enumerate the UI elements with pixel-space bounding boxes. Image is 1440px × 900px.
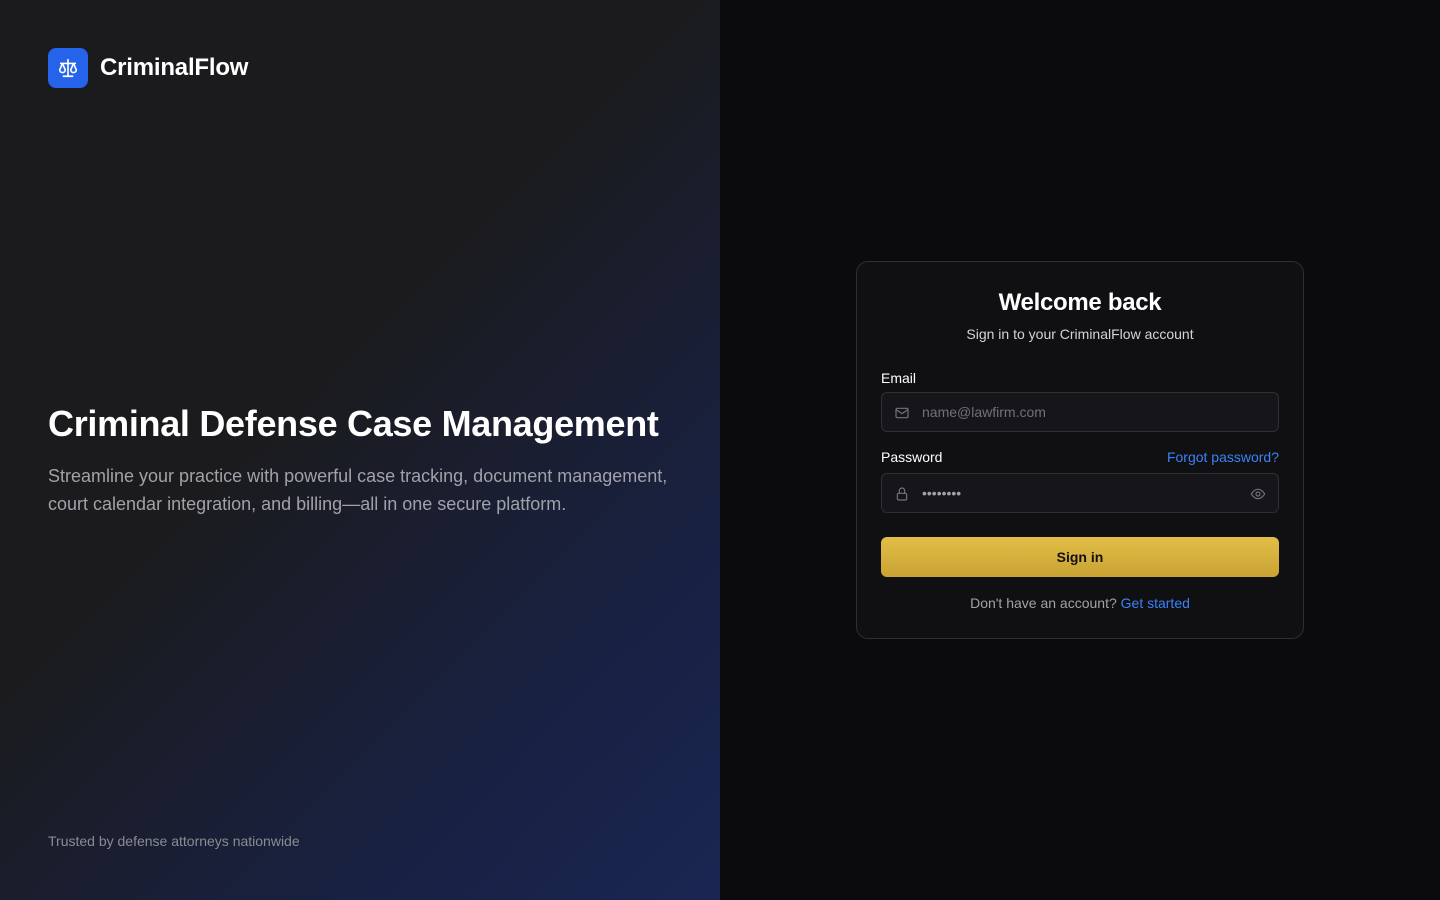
lock-icon <box>894 486 910 502</box>
marketing-panel: CriminalFlow Criminal Defense Case Manag… <box>0 0 720 900</box>
trust-text: Trusted by defense attorneys nationwide <box>48 833 300 849</box>
hero: Criminal Defense Case Management Streaml… <box>48 402 688 518</box>
scales-icon <box>48 48 88 88</box>
password-label: Password <box>881 449 943 465</box>
brand-name: CriminalFlow <box>100 54 249 81</box>
password-input[interactable] <box>882 474 1278 512</box>
login-page: CriminalFlow Criminal Defense Case Manag… <box>0 0 1440 900</box>
password-label-row: Password Forgot password? <box>881 449 1279 465</box>
hero-description: Streamline your practice with powerful c… <box>48 466 668 514</box>
eye-icon[interactable] <box>1250 486 1266 502</box>
login-title: Welcome back <box>998 289 1162 316</box>
login-card: Welcome back Sign in to your CriminalFlo… <box>856 261 1304 639</box>
login-panel: Welcome back Sign in to your CriminalFlo… <box>720 0 1440 900</box>
hero-title: Criminal Defense Case Management <box>48 403 659 444</box>
signup-line: Don't have an account? Get started <box>881 595 1279 611</box>
login-subtitle: Sign in to your CriminalFlow account <box>966 326 1194 342</box>
email-input-wrapper <box>881 392 1279 432</box>
sign-in-button[interactable]: Sign in <box>881 537 1279 577</box>
email-group: Email <box>881 370 1279 432</box>
mail-icon <box>894 405 910 421</box>
submit-row: Sign in <box>881 537 1279 577</box>
password-input-wrapper <box>881 473 1279 513</box>
forgot-password-link[interactable]: Forgot password? <box>1167 449 1279 465</box>
email-input[interactable] <box>882 393 1278 431</box>
get-started-link[interactable]: Get started <box>1121 595 1190 611</box>
signup-prompt: Don't have an account? <box>970 595 1117 611</box>
brand[interactable]: CriminalFlow <box>48 48 248 88</box>
password-group: Password Forgot password? <box>881 449 1279 513</box>
email-label: Email <box>881 370 917 386</box>
